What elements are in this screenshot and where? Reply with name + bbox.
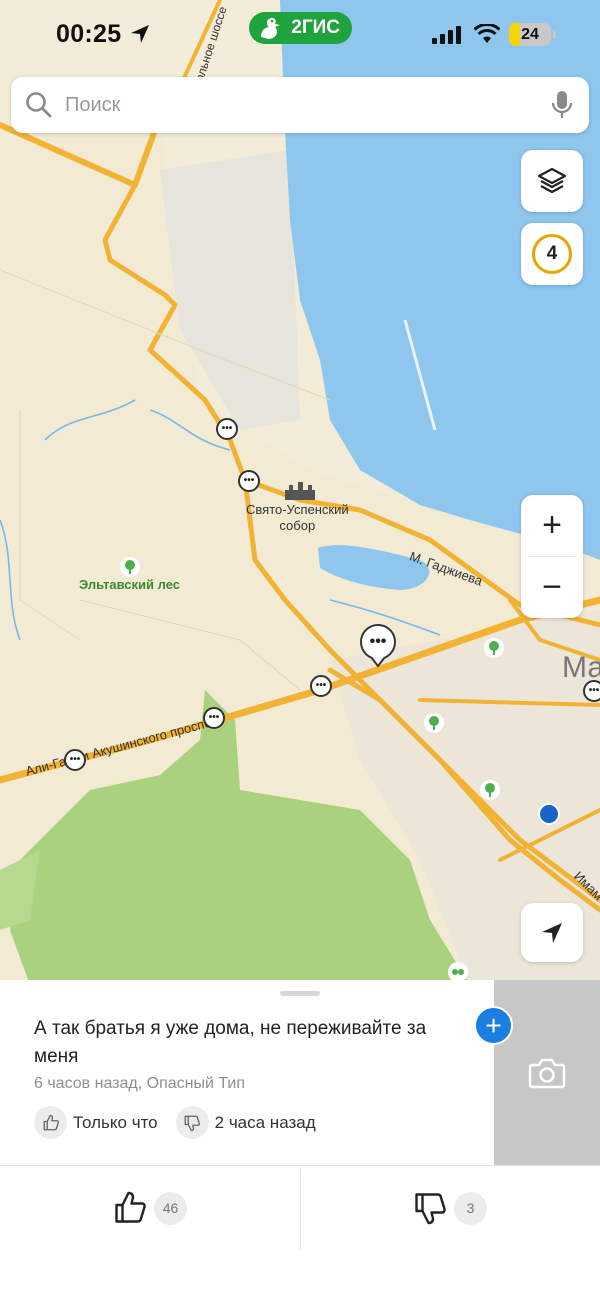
brand-badge[interactable]: 2ГИС (249, 12, 352, 44)
layers-button[interactable] (521, 150, 583, 212)
brand-name: 2ГИС (291, 17, 340, 38)
zoo-icon[interactable] (448, 962, 468, 982)
battery-level: 24 (521, 26, 539, 43)
status-time: 00:25 (56, 20, 122, 48)
search-bar[interactable]: Поиск (11, 77, 589, 133)
upvote-count: 46 (154, 1191, 187, 1225)
zoom-controls: + − (521, 495, 583, 618)
comment-pin-icon[interactable]: ••• (238, 470, 260, 492)
search-icon (26, 92, 52, 118)
dislike-reaction[interactable]: 2 часа назад (175, 1106, 316, 1139)
park-icon[interactable] (484, 638, 504, 658)
thumbs-down-icon (415, 1193, 446, 1225)
map-label-forest[interactable]: Эльтавский лес (79, 577, 180, 593)
events-count: 4 (532, 234, 572, 274)
comment-pin-icon[interactable]: ••• (64, 749, 86, 771)
add-comment-button[interactable]: + (474, 1006, 513, 1045)
comment-reactions: Только что 2 часа назад (34, 1106, 334, 1139)
wifi-icon (474, 24, 500, 43)
zoom-in-button[interactable]: + (521, 495, 583, 556)
events-button[interactable]: 4 (521, 223, 583, 285)
downvote-count: 3 (454, 1191, 487, 1225)
add-photo-button[interactable] (494, 980, 600, 1166)
my-location-button[interactable] (521, 903, 583, 962)
thumbs-up-icon (115, 1191, 146, 1223)
park-icon[interactable] (480, 780, 500, 800)
poi-service-icon[interactable] (538, 803, 560, 825)
duck-logo-icon (261, 17, 280, 39)
cellular-signal-icon (432, 26, 461, 44)
battery-indicator: 24 (509, 23, 551, 46)
downvote-button[interactable]: 3 (412, 1190, 487, 1226)
map-label-city: Ма (562, 651, 600, 684)
cathedral-icon (285, 482, 315, 500)
pin-tail-icon (371, 657, 385, 667)
battery-tip (553, 31, 556, 39)
sheet-divider (0, 1165, 600, 1166)
comment-meta: 6 часов назад, Опасный Тип (34, 1075, 246, 1092)
selected-comment-pin-icon[interactable]: ••• (360, 624, 396, 660)
sheet-drag-handle[interactable] (280, 991, 320, 996)
comment-pin-icon[interactable]: ••• (216, 418, 238, 440)
comment-pin-icon[interactable]: ••• (583, 680, 600, 702)
comment-text: А так братья я уже дома, не переживайте … (34, 1018, 427, 1067)
upvote-button[interactable]: 46 (112, 1190, 187, 1226)
park-icon[interactable] (120, 557, 140, 577)
park-icon[interactable] (424, 713, 444, 733)
like-reaction[interactable]: Только что (34, 1106, 158, 1139)
map-label-cathedral[interactable]: Свято-Успенский собор (246, 502, 349, 534)
dislike-time: 2 часа назад (214, 1112, 316, 1132)
comment-pin-icon[interactable]: ••• (203, 707, 225, 729)
search-input[interactable]: Поиск (65, 94, 120, 117)
comment-sheet: А так братья я уже дома, не переживайте … (0, 980, 600, 1297)
comment-pin-icon[interactable]: ••• (310, 675, 332, 697)
camera-icon (528, 1058, 566, 1089)
layers-icon (537, 167, 567, 194)
thumbs-up-icon (43, 1114, 59, 1130)
microphone-icon[interactable] (551, 89, 573, 121)
vote-divider (300, 1170, 301, 1250)
status-bar: 00:25 2ГИС 24 (0, 0, 600, 70)
zoom-out-button[interactable]: − (521, 557, 583, 618)
location-arrow-icon (131, 25, 149, 43)
map-view[interactable]: ольное шоссе Свято-Успенский собор Эльта… (0, 0, 600, 985)
like-time: Только что (73, 1112, 158, 1132)
navigation-arrow-icon (542, 922, 562, 943)
thumbs-down-icon (184, 1115, 201, 1131)
